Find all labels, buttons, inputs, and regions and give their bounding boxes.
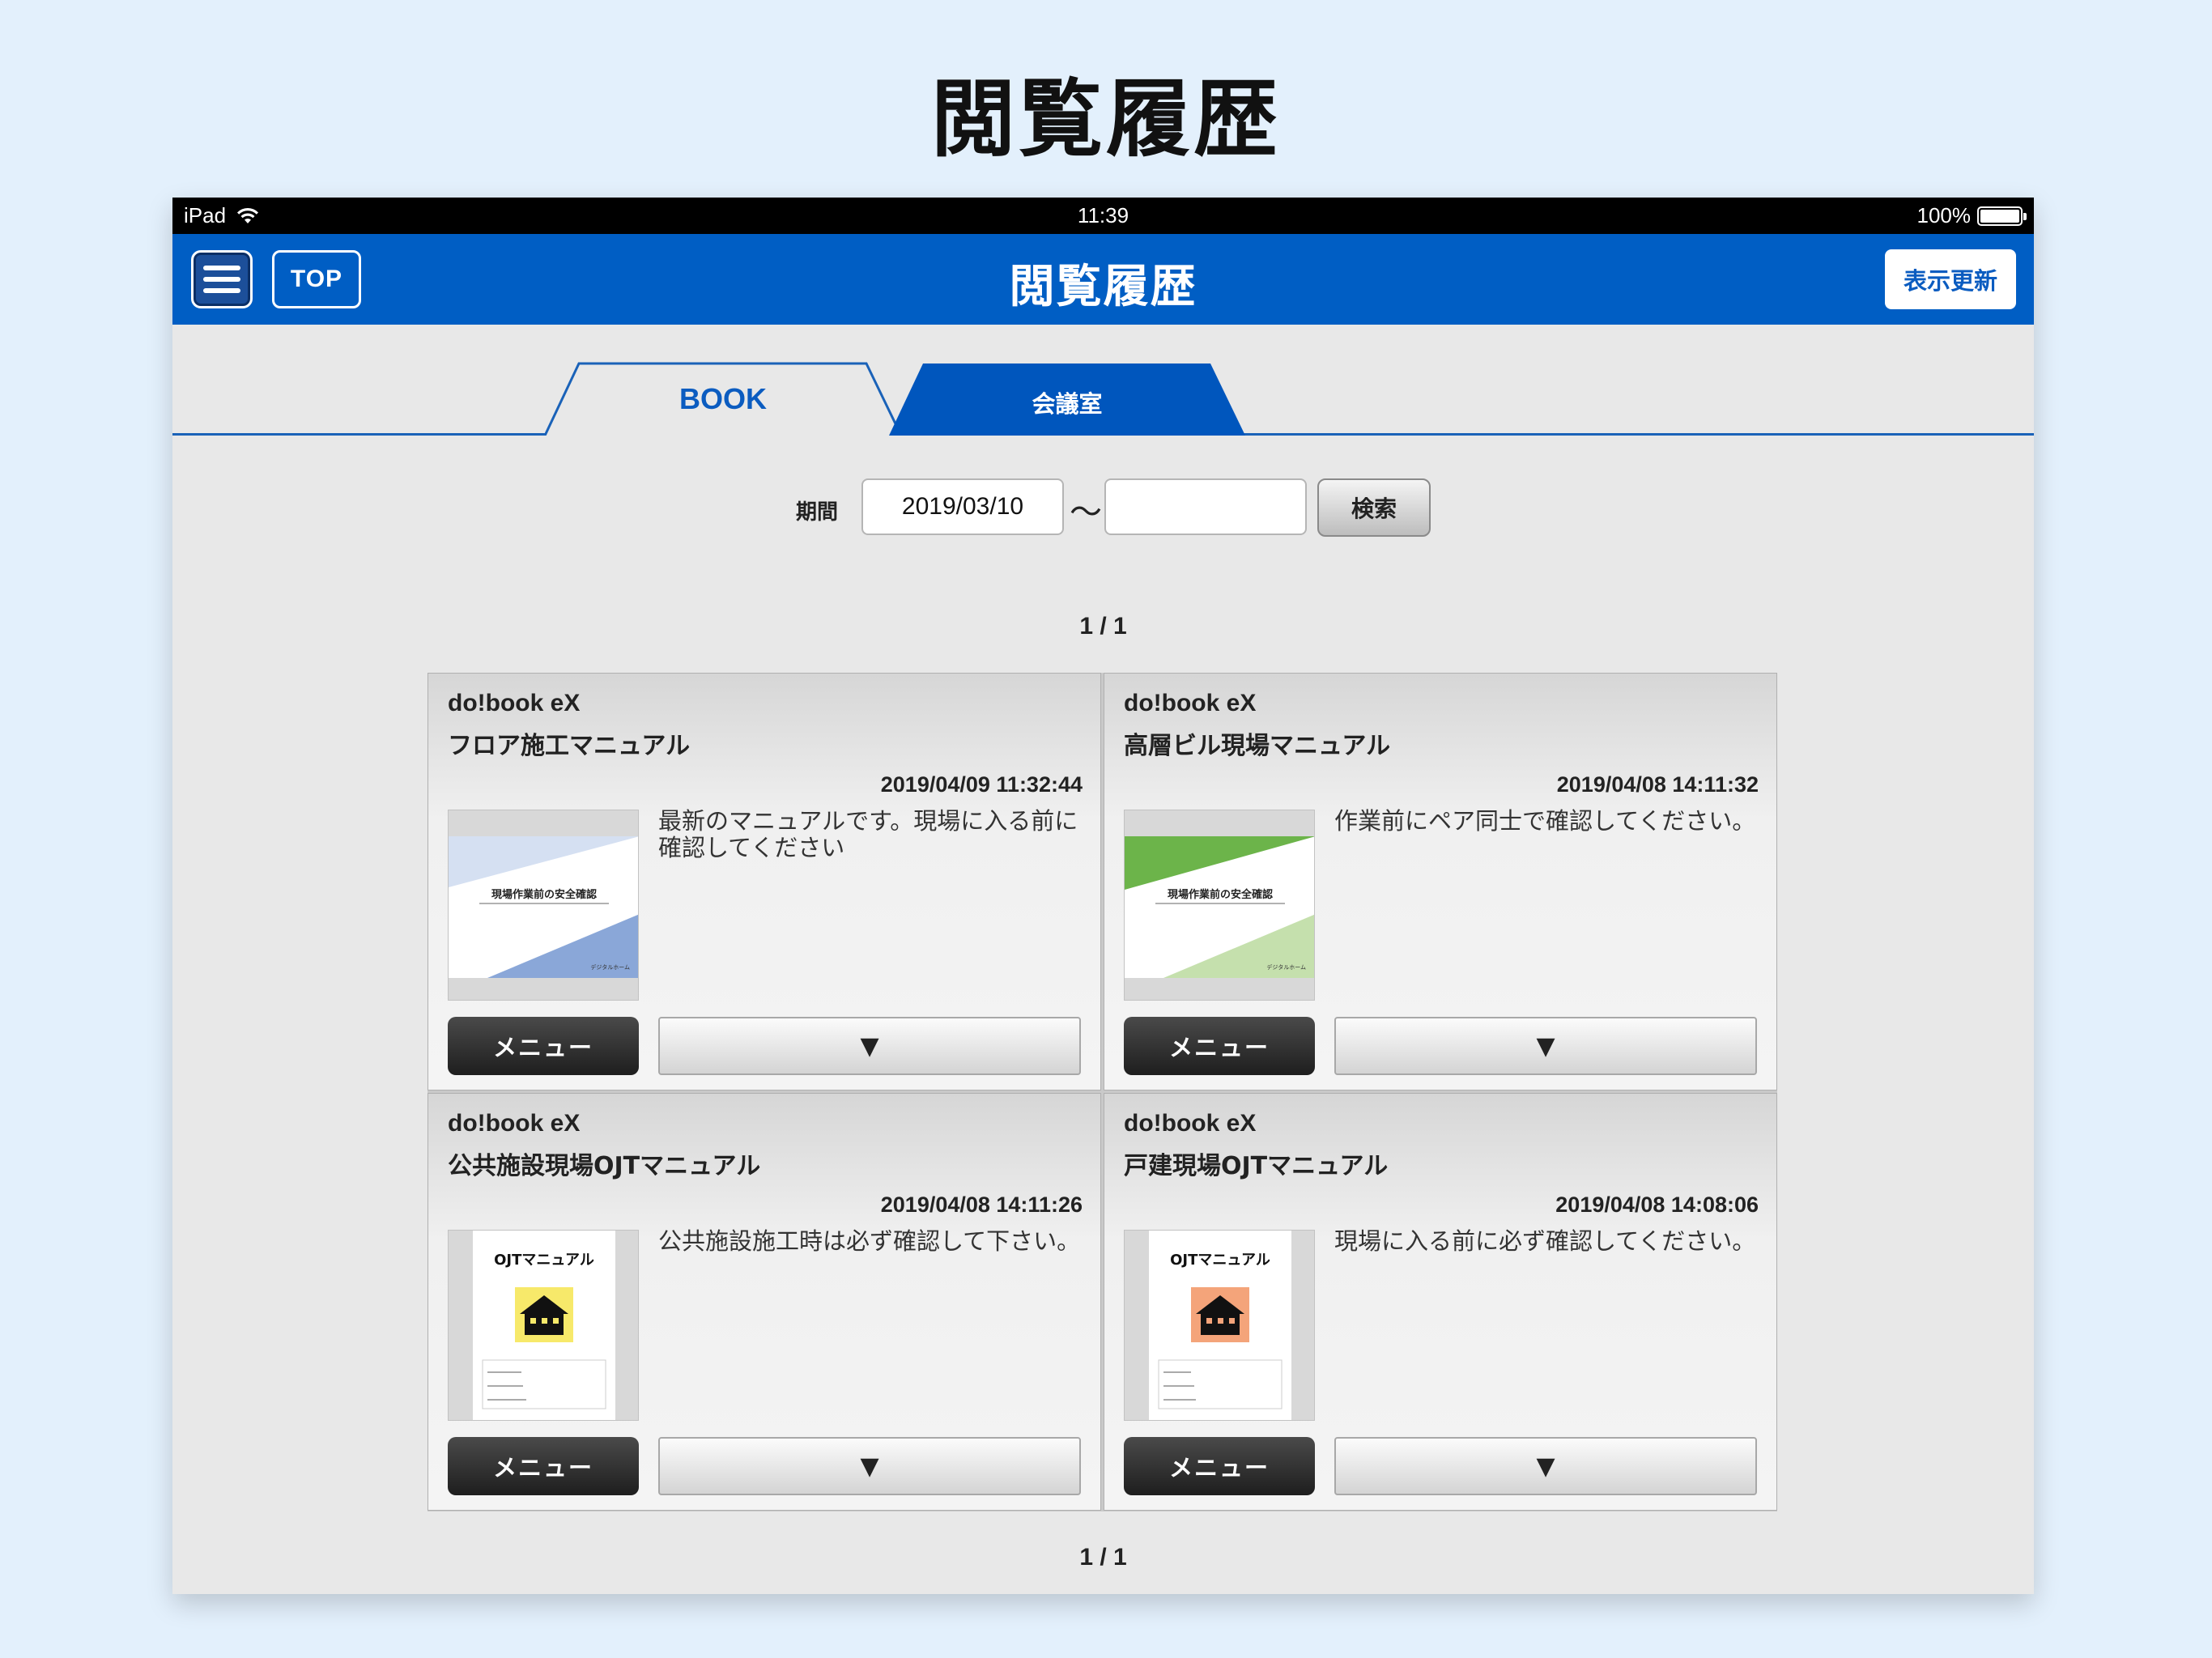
thumb-title: OJTマニュアル <box>1170 1252 1270 1269</box>
card-expand-button[interactable]: ▼ <box>1334 1017 1757 1075</box>
card-brand: do!book eX <box>448 1110 581 1137</box>
tab-book-label: BOOK <box>679 382 767 415</box>
pager-top: 1 / 1 <box>1079 613 1127 640</box>
history-card: do!book eX 戸建現場OJTマニュアル 2019/04/08 14:08… <box>1104 1093 1777 1511</box>
battery-percent: 100% <box>1916 203 1972 227</box>
tab-meeting-room-label: 会議室 <box>1032 390 1103 418</box>
start-date-input[interactable]: 2019/03/10 <box>861 478 1064 535</box>
book-thumbnail[interactable]: 現場作業前の安全確認 デジタルホーム <box>448 810 639 1001</box>
ipad-screen: iPad 11:39 100% TOP 閲覧履歴 表示更新 BOOK 会議室 期… <box>172 198 2034 1594</box>
tab-meeting-room[interactable]: 会議室 <box>889 362 1245 436</box>
book-cover-image <box>1125 836 1314 978</box>
card-date: 2019/04/08 14:11:32 <box>1556 772 1759 797</box>
status-time: 11:39 <box>1077 203 1129 227</box>
card-expand-button[interactable]: ▼ <box>658 1017 1081 1075</box>
card-title: 公共施設現場OJTマニュアル <box>448 1152 761 1180</box>
thumb-title: 現場作業前の安全確認 <box>1167 889 1273 901</box>
card-description: 作業前にペア同士で確認してください。 <box>1334 807 1756 835</box>
card-date: 2019/04/08 14:08:06 <box>1555 1192 1759 1217</box>
card-brand: do!book eX <box>1124 690 1257 716</box>
card-description: 公共施設施工時は必ず確認して下さい。 <box>658 1227 1081 1255</box>
refresh-button[interactable]: 表示更新 <box>1885 249 2016 309</box>
nav-title: 閲覧履歴 <box>1009 261 1197 313</box>
battery-icon <box>1977 206 2027 226</box>
book-cover-image <box>449 836 638 978</box>
date-range-separator: 〜 <box>1070 494 1102 531</box>
card-menu-button[interactable]: メニュー <box>1124 1017 1315 1075</box>
card-expand-button[interactable]: ▼ <box>1334 1437 1757 1495</box>
card-brand: do!book eX <box>448 690 581 716</box>
card-brand: do!book eX <box>1124 1110 1257 1137</box>
card-description: 最新のマニュアルです。現場に入る前に確認してください <box>658 807 1078 861</box>
end-date-input[interactable] <box>1104 478 1307 535</box>
book-thumbnail[interactable]: 現場作業前の安全確認 デジタルホーム <box>1124 810 1315 1001</box>
history-card: do!book eX 公共施設現場OJTマニュアル 2019/04/08 14:… <box>428 1093 1101 1511</box>
card-title: 戸建現場OJTマニュアル <box>1124 1152 1389 1180</box>
thumb-footer: デジタルホーム <box>590 964 630 971</box>
pager-bottom: 1 / 1 <box>1079 1544 1127 1571</box>
thumb-title: 現場作業前の安全確認 <box>491 889 597 901</box>
card-date: 2019/04/08 14:11:26 <box>880 1192 1083 1217</box>
history-grid: do!book eX フロア施工マニュアル 2019/04/09 11:32:4… <box>428 673 1777 1511</box>
history-card: do!book eX 高層ビル現場マニュアル 2019/04/08 14:11:… <box>1104 673 1777 1090</box>
card-description: 現場に入る前に必ず確認してください。 <box>1334 1227 1756 1255</box>
card-date: 2019/04/09 11:32:44 <box>880 772 1083 797</box>
search-button[interactable]: 検索 <box>1317 478 1431 537</box>
nav-bar: TOP 閲覧履歴 表示更新 <box>172 234 2034 325</box>
book-thumbnail[interactable]: OJTマニュアル <box>1124 1230 1315 1421</box>
card-title: フロア施工マニュアル <box>448 732 691 760</box>
thumb-title: OJTマニュアル <box>494 1252 594 1269</box>
card-menu-button[interactable]: メニュー <box>448 1017 639 1075</box>
period-label: 期間 <box>796 500 839 525</box>
tab-book[interactable]: BOOK <box>545 362 901 436</box>
page-heading: 閲覧履歴 <box>930 70 1281 168</box>
thumb-footer: デジタルホーム <box>1266 964 1306 971</box>
book-thumbnail[interactable]: OJTマニュアル <box>448 1230 639 1421</box>
card-title: 高層ビル現場マニュアル <box>1124 732 1391 760</box>
card-menu-button[interactable]: メニュー <box>1124 1437 1315 1495</box>
status-bar: iPad 11:39 100% <box>172 198 2034 234</box>
history-card: do!book eX フロア施工マニュアル 2019/04/09 11:32:4… <box>428 673 1101 1090</box>
card-menu-button[interactable]: メニュー <box>448 1437 639 1495</box>
card-expand-button[interactable]: ▼ <box>658 1437 1081 1495</box>
